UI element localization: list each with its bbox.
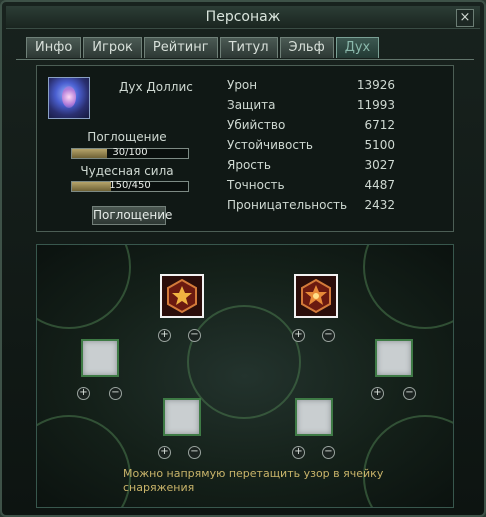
stat-value: 6712: [364, 118, 395, 132]
stat-name: Урон: [227, 78, 258, 92]
absorb-button[interactable]: Поглощение: [92, 206, 172, 225]
tab-rating[interactable]: Рейтинг: [143, 37, 218, 58]
stat-row: Устойчивость 5100: [227, 135, 395, 155]
title-bar[interactable]: Персонаж ×: [6, 6, 480, 29]
pattern-board: + − + − + − + − + − + − Можно напрямую п…: [36, 244, 454, 508]
slot-6-minus-button[interactable]: −: [322, 446, 335, 459]
spirit-portrait: [48, 77, 90, 119]
spirit-name: Дух Доллис: [119, 80, 193, 94]
stat-row: Защита 11993: [227, 95, 395, 115]
pattern-slot-4[interactable]: [375, 339, 413, 377]
stat-row: Убийство 6712: [227, 115, 395, 135]
slot-3-plus-button[interactable]: +: [77, 387, 90, 400]
tab-player[interactable]: Игрок: [83, 37, 142, 58]
stat-name: Точность: [227, 178, 285, 192]
star-pattern-icon: [301, 278, 331, 314]
absorption-bar: 30/100: [71, 147, 189, 159]
tab-spirit[interactable]: Дух: [335, 37, 380, 58]
stat-name: Проницательность: [227, 198, 348, 212]
power-bar: 150/450: [71, 180, 189, 192]
stat-value: 4487: [364, 178, 395, 192]
power-value: 150/450: [109, 180, 151, 191]
absorption-label: Поглощение: [87, 130, 167, 144]
tab-bar: Инфо Игрок Рейтинг Титул Эльф Дух: [26, 37, 380, 59]
stat-value: 2432: [364, 198, 395, 212]
spirit-stats-panel: Дух Доллис Поглощение 30/100 Чудесная си…: [36, 65, 454, 232]
pattern-slot-2[interactable]: [294, 274, 338, 318]
drag-hint-text: Можно напрямую перетащить узор в ячейку …: [123, 467, 384, 494]
slot-5-minus-button[interactable]: −: [188, 446, 201, 459]
tab-title[interactable]: Титул: [219, 37, 278, 58]
stat-value: 3027: [364, 158, 395, 172]
slot-4-plus-button[interactable]: +: [371, 387, 384, 400]
star-pattern-icon: [167, 278, 197, 314]
slot-1-plus-button[interactable]: +: [158, 329, 171, 342]
tab-info[interactable]: Инфо: [26, 37, 82, 58]
absorption-value: 30/100: [112, 147, 148, 158]
pattern-slot-5[interactable]: [163, 398, 201, 436]
pattern-slot-3[interactable]: [81, 339, 119, 377]
pattern-slot-1[interactable]: [160, 274, 204, 318]
slot-4-minus-button[interactable]: −: [403, 387, 416, 400]
stat-row: Проницательность 2432: [227, 195, 395, 215]
stat-value: 5100: [364, 138, 395, 152]
stats-list: Урон 13926 Защита 11993 Убийство 6712 Устой…: [227, 75, 395, 215]
stat-row: Ярость 3027: [227, 155, 395, 175]
stat-name: Ярость: [227, 158, 271, 172]
vine-ornament: [187, 305, 301, 419]
pattern-slot-6[interactable]: [295, 398, 333, 436]
stat-name: Убийство: [227, 118, 286, 132]
vine-ornament: [37, 415, 131, 507]
slot-1-minus-button[interactable]: −: [188, 329, 201, 342]
vine-ornament: [363, 245, 453, 329]
slot-6-plus-button[interactable]: +: [292, 446, 305, 459]
tab-elf[interactable]: Эльф: [279, 37, 334, 58]
stat-value: 13926: [356, 78, 395, 92]
slot-2-minus-button[interactable]: −: [322, 329, 335, 342]
power-label: Чудесная сила: [80, 164, 174, 178]
slot-5-plus-button[interactable]: +: [158, 446, 171, 459]
vine-ornament: [37, 245, 131, 329]
tab-divider: [16, 59, 474, 60]
stat-row: Урон 13926: [227, 75, 395, 95]
close-button[interactable]: ×: [456, 9, 474, 27]
slot-2-plus-button[interactable]: +: [292, 329, 305, 342]
window-title: Персонаж: [205, 9, 281, 25]
stat-value: 11993: [356, 98, 395, 112]
stat-row: Точность 4487: [227, 175, 395, 195]
slot-3-minus-button[interactable]: −: [109, 387, 122, 400]
stat-name: Устойчивость: [227, 138, 314, 152]
stat-name: Защита: [227, 98, 276, 112]
character-window: Персонаж × Инфо Игрок Рейтинг Титул Эльф…: [0, 0, 486, 517]
